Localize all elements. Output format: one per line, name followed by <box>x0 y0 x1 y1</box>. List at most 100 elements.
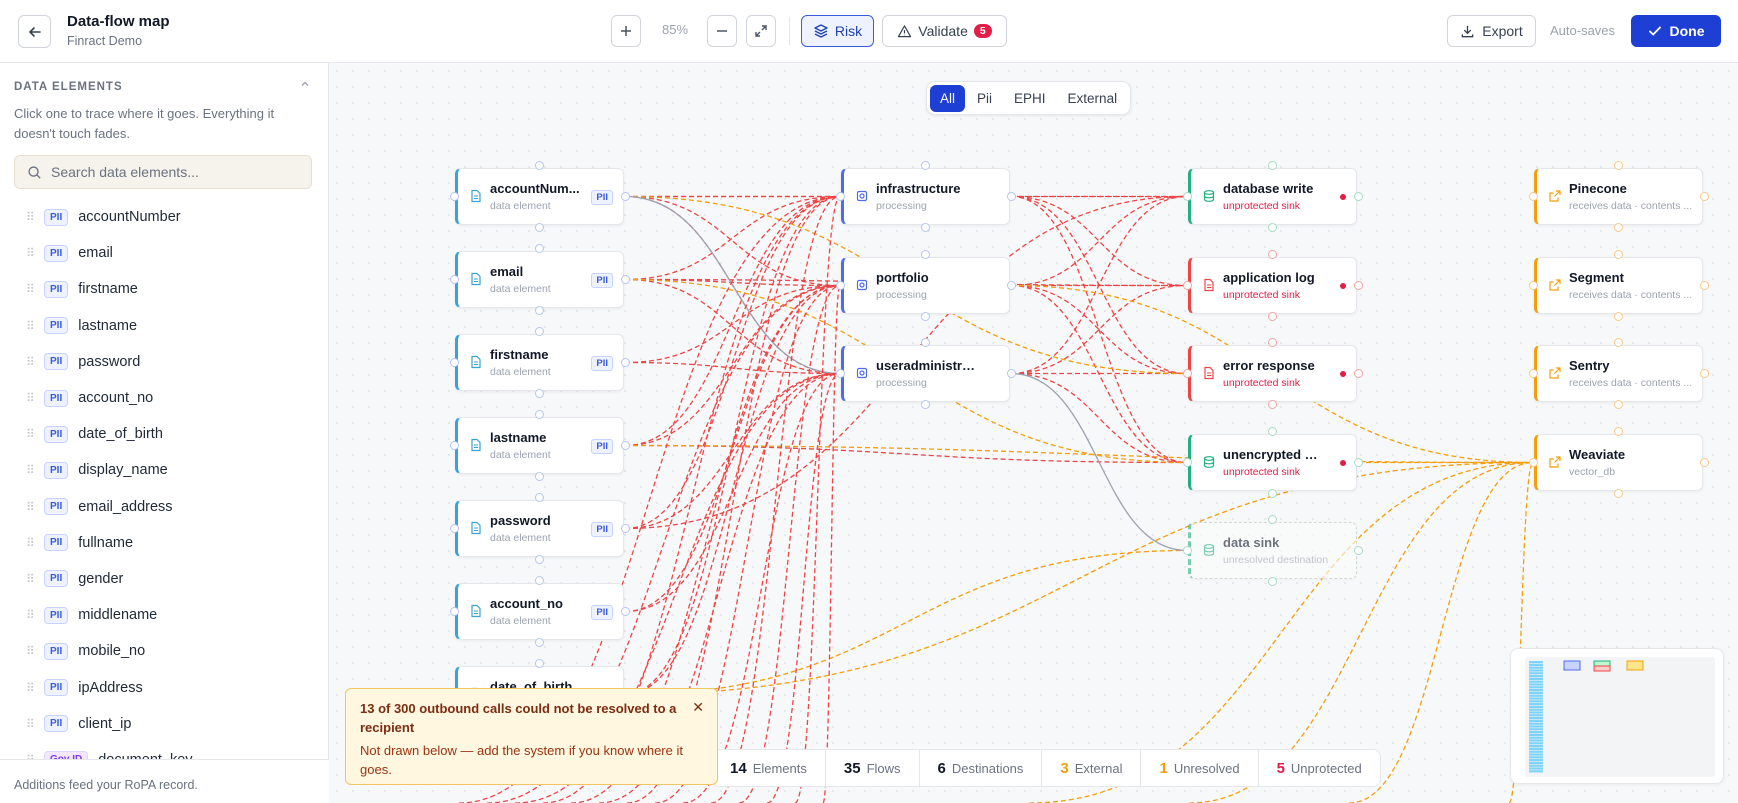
connection-port[interactable] <box>921 399 930 409</box>
sidebar-item[interactable]: ⠿ PII mobile_no <box>0 633 329 669</box>
sidebar-item[interactable]: ⠿ PII middlename <box>0 597 329 633</box>
connection-port[interactable] <box>1182 192 1192 201</box>
connection-port[interactable] <box>1268 337 1277 347</box>
connection-port[interactable] <box>1268 222 1277 232</box>
connection-port[interactable] <box>1268 488 1277 498</box>
pii-flow-edge[interactable] <box>624 195 841 287</box>
connection-port[interactable] <box>1182 546 1192 555</box>
drag-handle-icon[interactable]: ⠿ <box>26 355 35 369</box>
collapse-chevron-icon[interactable] <box>300 79 310 92</box>
search-box[interactable] <box>14 155 312 189</box>
sidebar-item[interactable]: ⠿ PII password <box>0 344 329 380</box>
node-lastname[interactable]: lastname data element PII <box>455 417 624 474</box>
sidebar-item[interactable]: ⠿ PII email_address <box>0 489 329 525</box>
back-button[interactable] <box>18 15 51 48</box>
node-application-log[interactable]: application log unprotected sink <box>1188 257 1357 314</box>
sidebar-item[interactable]: ⠿ PII email <box>0 235 329 271</box>
connection-port[interactable] <box>1268 514 1277 524</box>
connection-port[interactable] <box>1006 281 1016 290</box>
connection-port[interactable] <box>449 192 459 201</box>
connection-port[interactable] <box>535 243 544 253</box>
drag-handle-icon[interactable]: ⠿ <box>26 427 35 441</box>
connection-port[interactable] <box>535 388 544 398</box>
sidebar-item[interactable]: ⠿Gov IDdocument_key <box>0 742 329 759</box>
connection-port[interactable] <box>535 471 544 481</box>
connection-port[interactable] <box>1614 222 1623 232</box>
connection-port[interactable] <box>620 441 630 450</box>
node-pinecone[interactable]: Pinecone receives data · contents ... <box>1534 168 1703 225</box>
drag-handle-icon[interactable]: ⠿ <box>26 572 35 586</box>
node-account-no[interactable]: account_no data element PII <box>455 583 624 640</box>
connection-port[interactable] <box>1006 192 1016 201</box>
connection-port[interactable] <box>449 524 459 533</box>
node-infrastructure[interactable]: infrastructure processing <box>841 168 1010 225</box>
connection-port[interactable] <box>1528 458 1538 467</box>
connection-port[interactable] <box>620 607 630 616</box>
node-accountnum[interactable]: accountNum... data element PII <box>455 168 624 225</box>
connection-port[interactable] <box>535 658 544 668</box>
connection-port[interactable] <box>1614 311 1623 321</box>
filter-tab-ephi[interactable]: EPHI <box>1004 85 1056 112</box>
connection-port[interactable] <box>535 409 544 419</box>
connection-port[interactable] <box>1614 488 1623 498</box>
connection-port[interactable] <box>1268 249 1277 259</box>
sidebar-item[interactable]: ⠿ PII account_no <box>0 380 329 416</box>
connection-port[interactable] <box>1528 281 1538 290</box>
sidebar-item[interactable]: ⠿ PII client_ip <box>0 706 329 742</box>
node-password[interactable]: password data element PII <box>455 500 624 557</box>
connection-port[interactable] <box>1614 426 1623 436</box>
connection-port[interactable] <box>1182 281 1192 290</box>
connection-port[interactable] <box>535 492 544 502</box>
node-email[interactable]: email data element PII <box>455 251 624 308</box>
connection-port[interactable] <box>620 358 630 367</box>
connection-port[interactable] <box>1182 458 1192 467</box>
drag-handle-icon[interactable]: ⠿ <box>26 500 35 514</box>
neutral-flow-edge[interactable] <box>1010 372 1188 552</box>
zoom-out-button[interactable] <box>707 15 737 47</box>
minimap[interactable] <box>1510 648 1724 784</box>
node-error-response[interactable]: error response unprotected sink <box>1188 345 1357 402</box>
fit-view-button[interactable] <box>746 15 776 47</box>
connection-port[interactable] <box>1528 369 1538 378</box>
drag-handle-icon[interactable]: ⠿ <box>26 536 35 550</box>
node-useradministration[interactable]: useradministration processing <box>841 345 1010 402</box>
node-sentry[interactable]: Sentry receives data · contents ... <box>1534 345 1703 402</box>
connection-port[interactable] <box>1528 192 1538 201</box>
pii-flow-edge[interactable] <box>1010 195 1188 287</box>
connection-port[interactable] <box>1353 546 1363 555</box>
search-input[interactable] <box>51 164 291 180</box>
pii-flow-edge[interactable] <box>624 195 841 447</box>
connection-port[interactable] <box>620 275 630 284</box>
connection-port[interactable] <box>835 281 845 290</box>
connection-port[interactable] <box>1699 192 1709 201</box>
connection-port[interactable] <box>1268 576 1277 586</box>
connection-port[interactable] <box>535 554 544 564</box>
pii-flow-edge[interactable] <box>1010 195 1188 287</box>
connection-port[interactable] <box>620 524 630 533</box>
connection-port[interactable] <box>620 192 630 201</box>
connection-port[interactable] <box>535 637 544 647</box>
connection-port[interactable] <box>535 222 544 232</box>
connection-port[interactable] <box>1614 249 1623 259</box>
connection-port[interactable] <box>535 160 544 170</box>
connection-port[interactable] <box>1614 160 1623 170</box>
connection-port[interactable] <box>449 607 459 616</box>
sidebar-item[interactable]: ⠿ PII lastname <box>0 308 329 344</box>
zoom-in-button[interactable] <box>611 15 641 47</box>
filter-tab-pii[interactable]: Pii <box>967 85 1002 112</box>
filter-tab-external[interactable]: External <box>1058 85 1128 112</box>
close-icon[interactable]: ✕ <box>692 699 704 716</box>
sidebar-item[interactable]: ⠿ PII ipAddress <box>0 669 329 705</box>
node-firstname[interactable]: firstname data element PII <box>455 334 624 391</box>
connection-port[interactable] <box>921 160 930 170</box>
drag-handle-icon[interactable]: ⠿ <box>26 681 35 695</box>
pii-flow-edge[interactable] <box>624 372 841 530</box>
sidebar-item[interactable]: ⠿ PII date_of_birth <box>0 416 329 452</box>
connection-port[interactable] <box>1268 160 1277 170</box>
drag-handle-icon[interactable]: ⠿ <box>26 463 35 477</box>
connection-port[interactable] <box>449 275 459 284</box>
connection-port[interactable] <box>1268 426 1277 436</box>
risk-button[interactable]: Risk <box>801 15 874 47</box>
connection-port[interactable] <box>835 192 845 201</box>
drag-handle-icon[interactable]: ⠿ <box>26 210 35 224</box>
